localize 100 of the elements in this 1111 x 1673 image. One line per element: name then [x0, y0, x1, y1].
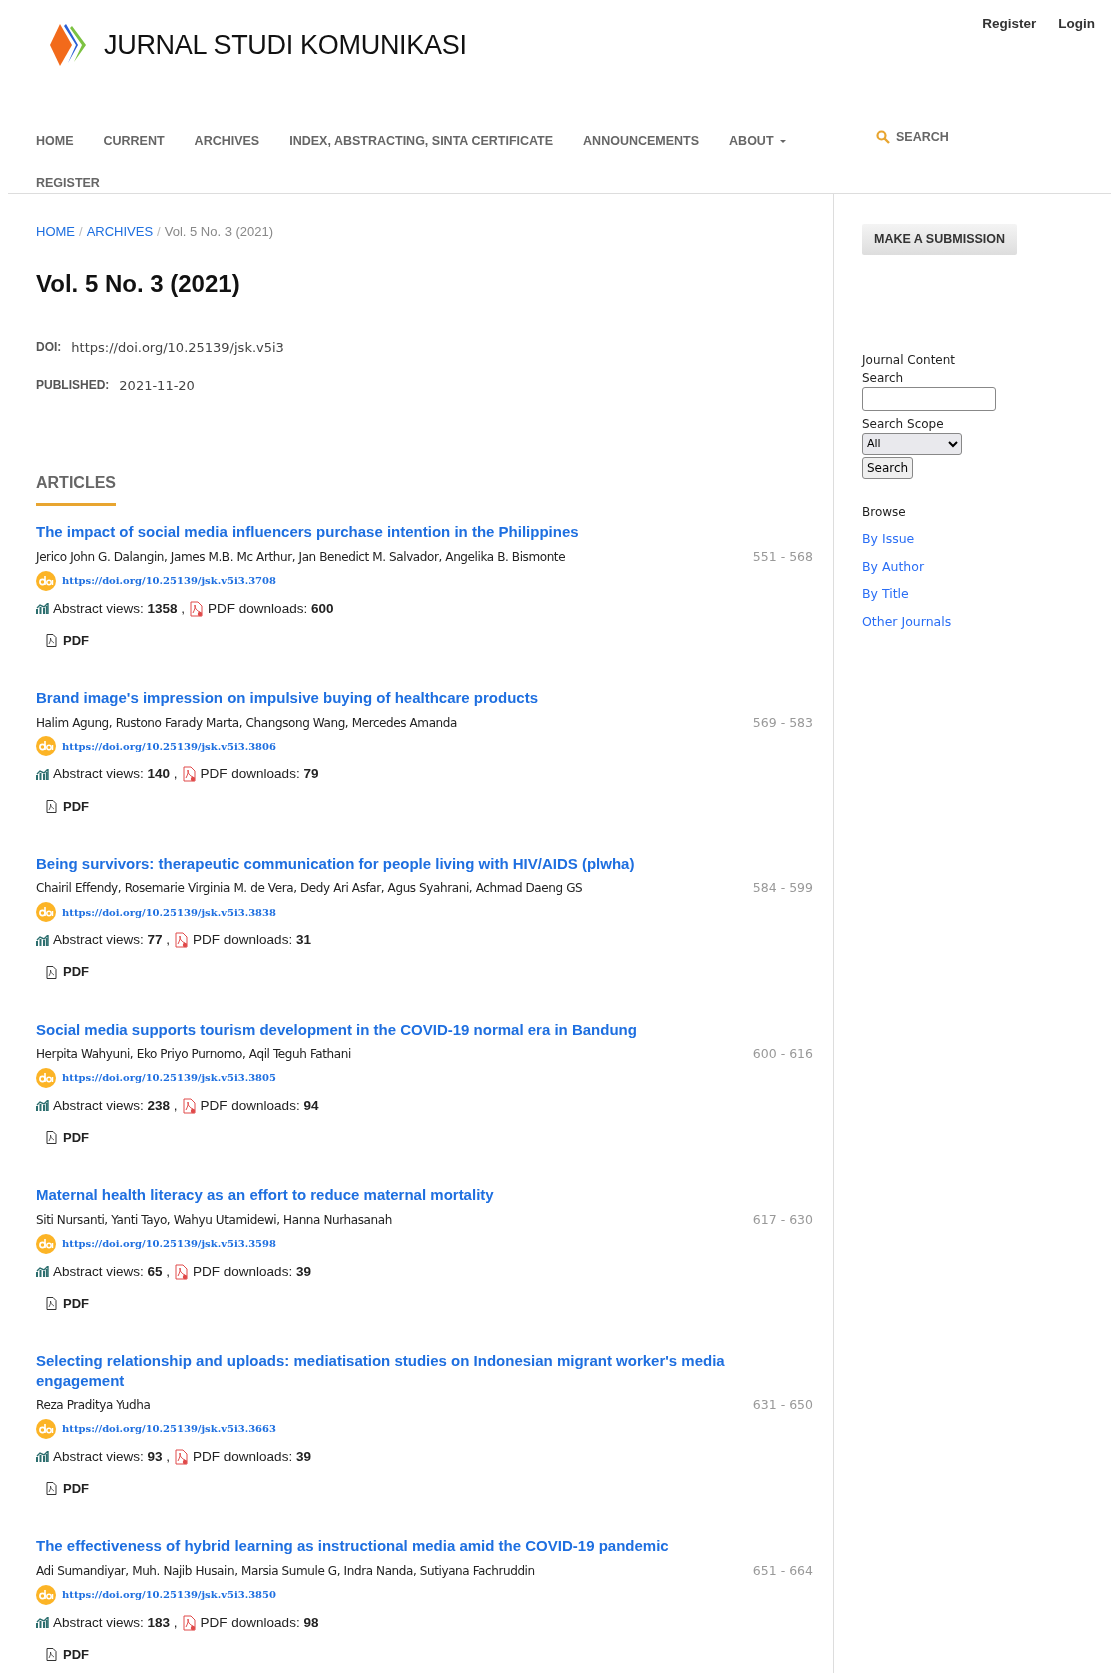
scope-label: Search Scope [862, 415, 945, 433]
nav-link[interactable]: ABOUT [729, 132, 786, 151]
file-icon [46, 1297, 57, 1311]
bar-chart-icon [36, 768, 49, 780]
doi-icon [36, 1233, 56, 1254]
search-button[interactable]: Search [862, 456, 914, 479]
pdf-icon [181, 1614, 197, 1631]
bar-chart-icon [36, 1451, 49, 1463]
abstract-views: Abstract views: 140 , [53, 765, 178, 784]
article-authors: Halim Agung, Rustono Farady Marta, Changsong Wang, Mercedes Amanda [36, 714, 457, 732]
file-icon [46, 634, 57, 648]
search-icon [876, 130, 890, 145]
doi-link[interactable]: https://doi.org/10.25139/jsk.v5i3.3805 [62, 1070, 276, 1086]
pdf-link[interactable]: PDF [46, 1128, 89, 1148]
search-link[interactable]: SEARCH [876, 128, 949, 147]
section-heading: ARTICLES [36, 471, 116, 507]
article-authors: Siti Nursanti, Yanti Tayo, Wahyu Utamidewi, Hanna Nurhasanah [36, 1211, 392, 1229]
pdf-link[interactable]: PDF [46, 962, 89, 982]
pdf-icon [174, 1448, 190, 1465]
bar-chart-icon [36, 1617, 49, 1629]
pdf-link[interactable]: PDF [46, 1644, 89, 1665]
doi-icon [36, 1418, 56, 1439]
search-label: Search [862, 369, 905, 387]
breadcrumb-separator: / [157, 224, 161, 239]
nav-link[interactable]: CURRENT [103, 132, 165, 151]
file-icon [46, 1131, 57, 1145]
breadcrumb-separator: / [79, 224, 83, 239]
breadcrumb-link[interactable]: HOME [36, 224, 75, 239]
page-range: 617 - 630 [752, 1210, 813, 1229]
abstract-views: Abstract views: 1358 , [53, 599, 186, 618]
doi-link[interactable]: https://doi.org/10.25139/jsk.v5i3.3806 [62, 738, 276, 754]
pdf-icon [174, 932, 190, 949]
doi-icon [36, 1067, 56, 1088]
pdf-icon [181, 1097, 197, 1114]
article-title-link[interactable]: Selecting relationship and uploads: mediatisation studies on Indonesian migrant worker's media engagement [36, 1351, 813, 1391]
doi-label: DOI: [36, 339, 62, 357]
browse-title: Browse [862, 503, 907, 521]
abstract-views: Abstract views: 65 , [53, 1262, 171, 1281]
article-title-link[interactable]: Being survivors: therapeutic communication for people living with HIV/AIDS (plwha) [36, 853, 813, 874]
page-range: 551 - 568 [752, 547, 813, 566]
pdf-link[interactable]: PDF [46, 796, 89, 817]
doi-icon [36, 1584, 56, 1605]
file-icon [46, 965, 57, 979]
file-icon [46, 1648, 57, 1662]
article-title-link[interactable]: The impact of social media influencers purchase intention in the Philippines [36, 522, 813, 542]
browse-link[interactable]: By Title [862, 585, 1111, 604]
article-title-link[interactable]: Social media supports tourism development in the COVID-19 normal era in Bandung [36, 1019, 813, 1040]
breadcrumb-link[interactable]: ARCHIVES [86, 224, 154, 239]
pdf-link[interactable]: PDF [46, 1479, 89, 1499]
nav-link[interactable]: INDEX, ABSTRACTING, SINTA CERTIFICATE [289, 132, 554, 151]
abstract-views: Abstract views: 183 , [53, 1613, 178, 1632]
browse-link[interactable]: Other Journals [862, 613, 1111, 632]
nav-link[interactable]: REGISTER [36, 174, 100, 193]
article-authors: Reza Praditya Yudha [36, 1397, 151, 1415]
bar-chart-icon [36, 1266, 49, 1278]
doi-icon [36, 570, 56, 591]
nav-link[interactable]: ARCHIVES [194, 132, 260, 151]
pdf-downloads: PDF downloads: 39 [193, 1262, 311, 1281]
logo-text: JURNAL STUDI KOMUNIKASI [104, 28, 467, 62]
pdf-icon [189, 600, 205, 617]
pdf-downloads: PDF downloads: 31 [193, 931, 311, 950]
bar-chart-icon [36, 934, 49, 946]
scope-select[interactable]: All [862, 432, 962, 455]
doi-link[interactable]: https://doi.org/10.25139/jsk.v5i3.3850 [62, 1587, 276, 1603]
browse-link[interactable]: By Author [862, 557, 1111, 577]
article-title-link[interactable]: Maternal health literacy as an effort to reduce maternal mortality [36, 1185, 813, 1205]
abstract-views: Abstract views: 93 , [53, 1447, 171, 1466]
pdf-icon [174, 1263, 190, 1280]
user-link[interactable]: Login [1058, 14, 1095, 35]
bar-chart-icon [36, 1100, 49, 1112]
user-link[interactable]: Register [982, 14, 1037, 35]
file-icon [46, 1482, 57, 1496]
doi-value: https://doi.org/10.25139/jsk.v5i3 [71, 339, 284, 358]
doi-link[interactable]: https://doi.org/10.25139/jsk.v5i3.3838 [62, 904, 276, 920]
nav-link[interactable]: HOME [36, 132, 74, 151]
file-icon [46, 799, 57, 813]
issue-title: Vol. 5 No. 3 (2021) [36, 269, 241, 299]
doi-link[interactable]: https://doi.org/10.25139/jsk.v5i3.3598 [62, 1236, 276, 1252]
published-date: 2021-11-20 [119, 376, 195, 395]
article-authors: Adi Sumandiyar, Muh. Najib Husain, Marsia Sumule G, Indra Nanda, Sutiyana Fachruddin [36, 1562, 535, 1580]
article-authors: Chairil Effendy, Rosemarie Virginia M. de Vera, Dedy Ari Asfar, Agus Syahrani, Achmad Daeng GS [36, 880, 583, 898]
search-field[interactable] [862, 386, 996, 411]
search-block-title: Journal Content [862, 351, 957, 369]
nav-link[interactable]: ANNOUNCEMENTS [583, 132, 700, 151]
browse-link[interactable]: By Issue [862, 529, 1111, 549]
page-range: 651 - 664 [752, 1561, 813, 1580]
submission-button[interactable]: MAKE A SUBMISSION [862, 224, 1018, 255]
page-range: 600 - 616 [752, 1045, 813, 1064]
doi-link[interactable]: https://doi.org/10.25139/jsk.v5i3.3663 [62, 1421, 276, 1437]
article-authors: Herpita Wahyuni, Eko Priyo Purnomo, Aqil Teguh Fathani [36, 1046, 351, 1064]
pdf-link[interactable]: PDF [46, 630, 89, 651]
article-title-link[interactable]: Brand image's impression on impulsive buying of healthcare products [36, 688, 813, 708]
article-authors: Jerico John G. Dalangin, James M.B. Mc Arthur, Jan Benedict M. Salvador, Angelika B. Bismonte [36, 548, 566, 566]
pdf-downloads: PDF downloads: 39 [193, 1447, 311, 1466]
pdf-downloads: PDF downloads: 600 [208, 599, 334, 618]
doi-link[interactable]: https://doi.org/10.25139/jsk.v5i3.3708 [62, 573, 276, 589]
pdf-link[interactable]: PDF [46, 1293, 89, 1314]
page-range: 631 - 650 [752, 1396, 813, 1415]
pdf-downloads: PDF downloads: 94 [200, 1096, 319, 1115]
article-title-link[interactable]: The effectiveness of hybrid learning as instructional media amid the COVID-19 pandemic [36, 1536, 813, 1556]
